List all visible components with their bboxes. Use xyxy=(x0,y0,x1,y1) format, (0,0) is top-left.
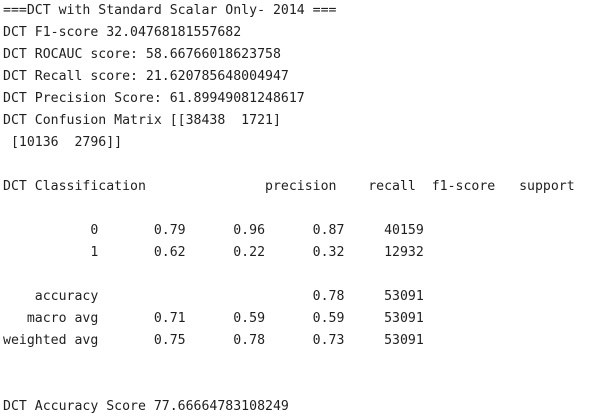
console-output: ===DCT with Standard Scalar Only- 2014 =… xyxy=(3,0,599,419)
console-line-f1-score: DCT F1-score 32.04768181557682 xyxy=(3,25,242,40)
report-row-macro-avg: macro avg 0.71 0.59 0.59 53091 xyxy=(3,311,424,326)
console-line-rocauc-score: DCT ROCAUC score: 58.66766018623758 xyxy=(3,47,281,62)
console-line-recall-score: DCT Recall score: 21.620785648004947 xyxy=(3,69,289,84)
console-line-accuracy-score: DCT Accuracy Score 77.66664783108249 xyxy=(3,399,289,414)
console-line-confusion-matrix-row-2: [10136 2796]] xyxy=(3,135,123,150)
console-line-precision-score: DCT Precision Score: 61.89949081248617 xyxy=(3,91,305,106)
report-row-class-1: 1 0.62 0.22 0.32 12932 xyxy=(3,245,424,260)
report-row-class-0: 0 0.79 0.96 0.87 40159 xyxy=(3,223,424,238)
console-line-title: ===DCT with Standard Scalar Only- 2014 =… xyxy=(3,3,337,18)
report-row-weighted-avg: weighted avg 0.75 0.78 0.73 53091 xyxy=(3,333,424,348)
report-header-row: DCT Classification precision recall f1-s… xyxy=(3,179,575,194)
console-line-confusion-matrix: DCT Confusion Matrix [[38438 1721] xyxy=(3,113,281,128)
report-row-accuracy: accuracy 0.78 53091 xyxy=(3,289,424,304)
